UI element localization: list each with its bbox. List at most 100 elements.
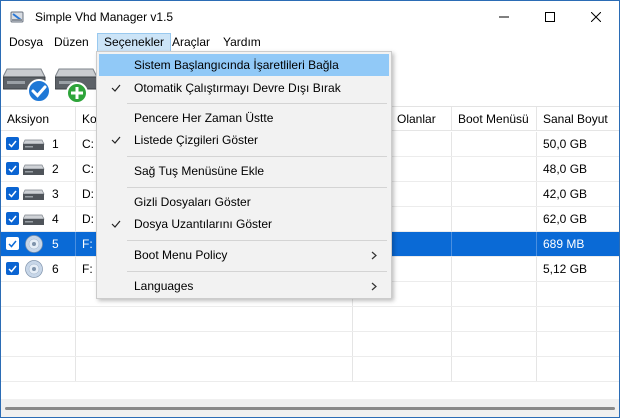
horizontal-scrollbar[interactable] — [1, 399, 619, 417]
empty-cell — [1, 332, 76, 356]
menu-item-label: Sistem Başlangıcında İşaretlileri Bağla — [134, 58, 339, 72]
check-icon — [109, 129, 123, 151]
title-bar[interactable]: Simple Vhd Manager v1.5 — [1, 1, 619, 33]
row-action-cell: 2 — [1, 157, 76, 181]
col-boot-menusu[interactable]: Boot Menüsü — [452, 107, 537, 131]
menu-item-label: Languages — [134, 279, 194, 293]
drive-check-icon — [2, 68, 51, 103]
row-size: 50,0 GB — [543, 137, 588, 151]
menu-item-show-extensions[interactable]: Dosya Uzantılarını Göster — [99, 213, 389, 235]
row-checkbox[interactable] — [6, 162, 19, 175]
row-number: 3 — [52, 187, 59, 201]
empty-cell — [452, 357, 537, 381]
empty-cell — [452, 282, 537, 306]
menu-item-languages[interactable]: Languages — [99, 275, 389, 297]
hard-drive-icon — [22, 185, 45, 203]
menu-dosya[interactable]: Dosya — [3, 33, 49, 52]
row-action-cell: 1 — [1, 132, 76, 156]
menu-item-show-hidden-files[interactable]: Gizli Dosyaları Göster — [99, 191, 389, 213]
row-action-cell: 3 — [1, 182, 76, 206]
minimize-icon — [499, 16, 509, 18]
hard-drive-icon — [22, 135, 45, 153]
close-icon — [591, 12, 601, 22]
row-checkbox[interactable] — [6, 212, 19, 225]
row-size: 42,0 GB — [543, 187, 588, 201]
mount-button[interactable] — [2, 55, 53, 105]
menu-item-boot-menu-policy[interactable]: Boot Menu Policy — [99, 244, 389, 266]
menu-item-disable-autorun[interactable]: Otomatik Çalıştırmayı Devre Dışı Bırak — [99, 77, 389, 99]
check-icon — [109, 213, 123, 235]
menu-item-show-gridlines[interactable]: Listede Çizgileri Göster — [99, 129, 389, 151]
col-sanal-boyut[interactable]: Sanal Boyut — [537, 107, 619, 131]
menu-araclar[interactable]: Araçlar — [166, 33, 216, 52]
minimize-button[interactable] — [481, 1, 527, 33]
row-checkbox[interactable] — [6, 262, 19, 275]
empty-row — [1, 307, 619, 332]
row-size: 62,0 GB — [543, 212, 588, 226]
empty-row — [1, 332, 619, 357]
empty-cell — [537, 357, 619, 381]
hard-drive-icon — [22, 210, 45, 228]
empty-cell — [353, 332, 452, 356]
empty-cell — [537, 307, 619, 331]
maximize-button[interactable] — [527, 1, 573, 33]
menu-item-always-on-top[interactable]: Pencere Her Zaman Üstte — [99, 107, 389, 129]
menu-separator — [127, 187, 387, 188]
check-icon — [109, 77, 123, 99]
submenu-arrow-icon — [371, 244, 377, 266]
check-icon — [8, 190, 17, 198]
disc-icon — [23, 235, 45, 253]
menu-item-label: Boot Menu Policy — [134, 248, 228, 262]
menu-separator — [127, 156, 387, 157]
empty-cell — [353, 357, 452, 381]
app-icon — [9, 9, 25, 25]
empty-cell — [1, 282, 76, 306]
row-action-cell: 6 — [1, 257, 76, 281]
menu-item-label: Gizli Dosyaları Göster — [134, 195, 251, 209]
check-icon — [8, 240, 17, 248]
check-icon — [8, 165, 17, 173]
app-window: Simple Vhd Manager v1.5 Dosya Düzen Seçe… — [0, 0, 620, 418]
row-checkbox[interactable] — [6, 237, 19, 250]
row-boot-menu — [452, 182, 537, 206]
submenu-arrow-icon — [371, 275, 377, 297]
row-size: 5,12 GB — [543, 262, 588, 276]
menu-item-label: Dosya Uzantılarını Göster — [134, 217, 273, 231]
col-aksiyon[interactable]: Aksiyon — [1, 107, 76, 131]
menu-item-label: Sağ Tuş Menüsüne Ekle — [134, 164, 265, 178]
empty-cell — [537, 282, 619, 306]
menu-separator — [127, 240, 387, 241]
row-number: 5 — [52, 237, 59, 251]
secenekler-dropdown: Sistem Başlangıcında İşaretlileri Bağla … — [96, 51, 392, 299]
check-icon — [8, 215, 17, 223]
empty-cell — [76, 332, 353, 356]
menu-duzen[interactable]: Düzen — [48, 33, 95, 52]
row-checkbox[interactable] — [6, 187, 19, 200]
menu-item-label: Pencere Her Zaman Üstte — [134, 111, 274, 125]
empty-row — [1, 357, 619, 382]
empty-cell — [76, 307, 353, 331]
menu-separator — [127, 271, 387, 272]
row-action-cell: 4 — [1, 207, 76, 231]
empty-cell — [353, 307, 452, 331]
row-boot-menu — [452, 157, 537, 181]
row-number: 6 — [52, 262, 59, 276]
row-number: 1 — [52, 137, 59, 151]
close-button[interactable] — [573, 1, 619, 33]
menu-bar: Dosya Düzen Seçenekler Araçlar Yardım — [1, 33, 619, 52]
menu-yardim[interactable]: Yardım — [217, 33, 267, 52]
empty-cell — [1, 307, 76, 331]
window-title: Simple Vhd Manager v1.5 — [35, 10, 174, 24]
check-icon — [8, 140, 17, 148]
empty-cell — [537, 332, 619, 356]
scrollbar-thumb[interactable] — [5, 407, 615, 410]
menu-item-context-menu[interactable]: Sağ Tuş Menüsüne Ekle — [99, 160, 389, 182]
row-size: 48,0 GB — [543, 162, 588, 176]
empty-cell — [76, 357, 353, 381]
row-number: 4 — [52, 212, 59, 226]
menu-item-mount-at-startup[interactable]: Sistem Başlangıcında İşaretlileri Bağla — [99, 54, 389, 76]
menu-secenekler[interactable]: Seçenekler — [97, 33, 172, 52]
row-boot-menu — [452, 232, 537, 256]
empty-cell — [452, 332, 537, 356]
row-checkbox[interactable] — [6, 137, 19, 150]
